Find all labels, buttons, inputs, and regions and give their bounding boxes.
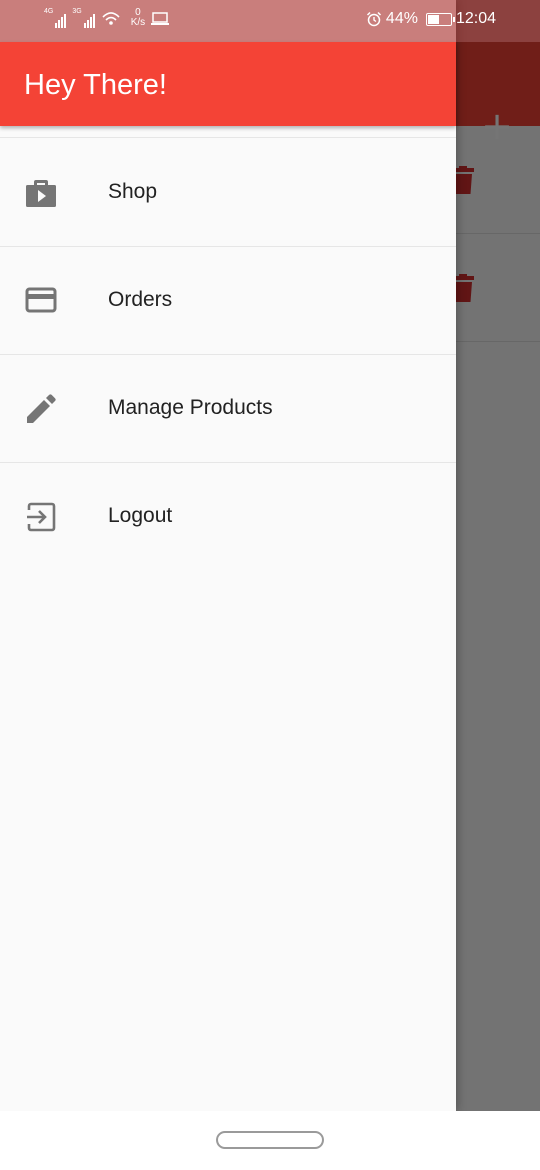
alarm-icon	[366, 11, 381, 27]
network-speed: 0 K/s	[131, 8, 145, 28]
drawer-header: Hey There!	[0, 42, 456, 126]
menu-item-logout[interactable]: Logout	[0, 462, 456, 570]
signal-icon: 4G	[44, 8, 67, 28]
navigation-drawer: Hey There! Shop Orders Manage Products L…	[0, 0, 456, 1111]
network-type-label: 4G	[44, 8, 54, 15]
exit-to-app-icon	[27, 502, 56, 532]
clock: 12:04	[455, 10, 496, 27]
battery-charging-icon	[425, 12, 455, 26]
shop-icon	[26, 180, 56, 207]
menu-item-label: Shop	[108, 180, 158, 203]
signal-icon: 3G	[72, 8, 95, 28]
battery-level	[427, 14, 439, 24]
speed-unit: K/s	[130, 17, 146, 28]
battery-percent: 44%	[385, 10, 418, 27]
edit-icon	[27, 394, 56, 423]
network-type-label: 3G	[72, 8, 82, 15]
system-navigation-bar	[0, 1111, 540, 1170]
menu-item-label: Orders	[108, 288, 173, 311]
wifi-icon	[102, 12, 120, 25]
laptop-icon	[151, 12, 170, 25]
menu-item-label: Manage Products	[108, 396, 273, 419]
menu-item-shop[interactable]: Shop	[0, 138, 456, 246]
menu-item-manage-products[interactable]: Manage Products	[0, 354, 456, 462]
menu-item-orders[interactable]: Orders	[0, 246, 456, 354]
menu-item-label: Logout	[108, 504, 173, 527]
home-gesture-handle[interactable]	[216, 1131, 324, 1149]
status-bar: 4G 3G 0 K/s 44% 12:04	[0, 0, 540, 42]
drawer-title: Hey There!	[24, 69, 167, 101]
payment-card-icon	[25, 287, 57, 313]
